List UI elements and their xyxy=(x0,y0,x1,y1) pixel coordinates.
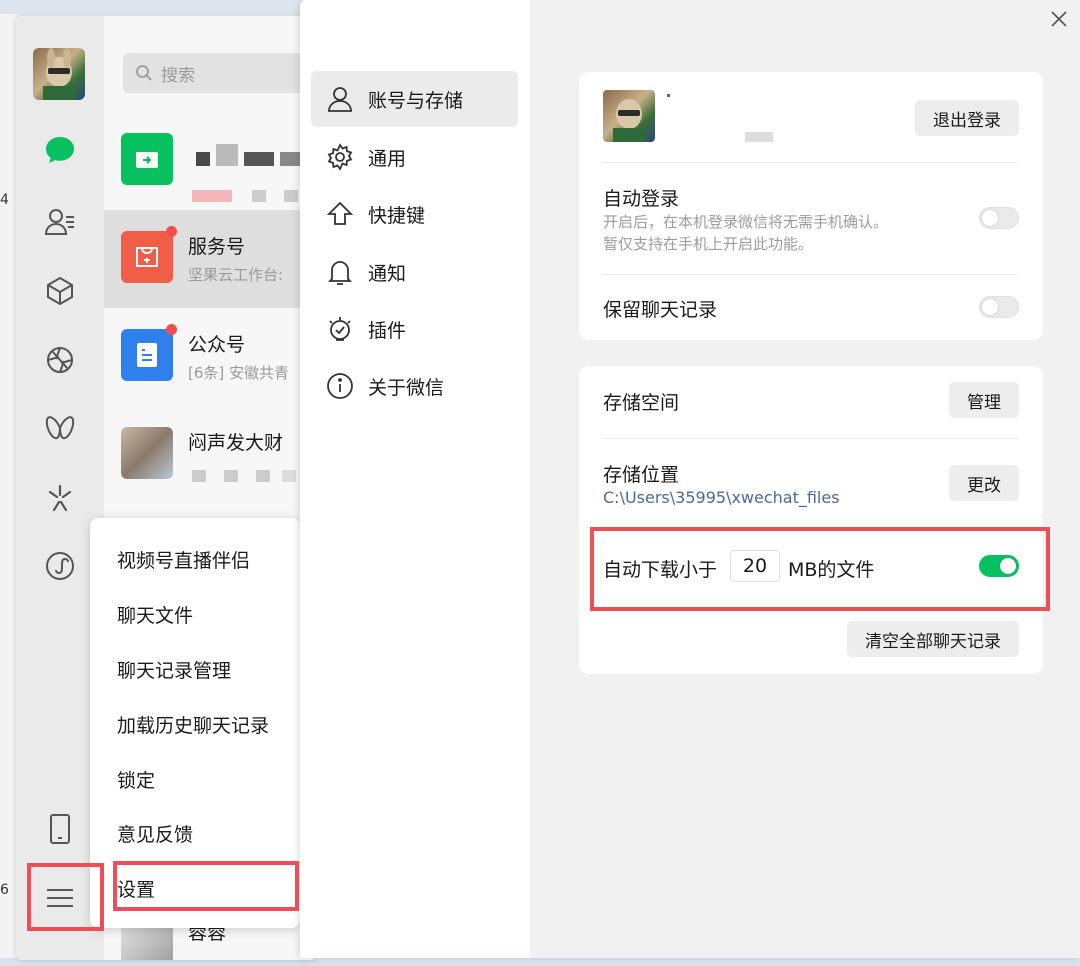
storage-space-label: 存储空间 xyxy=(603,392,680,414)
bell-icon xyxy=(325,257,355,287)
divider xyxy=(603,162,1019,163)
close-button[interactable] xyxy=(1048,8,1070,30)
divider xyxy=(603,274,1019,275)
storage-location-label: 存储位置 xyxy=(603,464,680,486)
storage-card: 存储空间 管理 存储位置 C:\Users\35995\xwechat_file… xyxy=(579,366,1043,674)
blurred-name xyxy=(280,152,300,166)
service-account-icon xyxy=(121,231,173,283)
menu-icon[interactable] xyxy=(40,878,80,918)
mini-program-icon[interactable] xyxy=(40,546,80,586)
user-icon xyxy=(325,84,355,114)
storage-path-link[interactable]: C:\Users\35995\xwechat_files xyxy=(603,488,840,507)
auto-login-desc: 开启后，在本机登录微信将无需手机确认。 xyxy=(603,213,889,231)
file-transfer-icon xyxy=(121,133,173,185)
blurred-preview xyxy=(252,190,266,202)
info-icon xyxy=(325,371,355,401)
settings-nav-account-storage[interactable]: 账号与存储 xyxy=(311,71,518,127)
arrow-up-icon xyxy=(325,199,355,229)
settings-nav-label: 通用 xyxy=(368,147,407,170)
search-placeholder: 搜索 xyxy=(161,65,195,86)
search-input[interactable]: 搜索 xyxy=(123,53,313,93)
menu-item-live-companion[interactable]: 视频号直播伴侣 xyxy=(117,546,250,573)
blurred-preview xyxy=(284,190,298,202)
contacts-icon[interactable] xyxy=(40,202,80,242)
group-avatar xyxy=(121,427,173,479)
account-card: 退出登录 自动登录 开启后，在本机登录微信将无需手机确认。 暂仅支持在手机上开启… xyxy=(579,72,1043,340)
keep-history-toggle[interactable] xyxy=(979,296,1019,318)
phone-icon[interactable] xyxy=(40,809,80,849)
list-item[interactable]: 服务号 坚果云工作台: xyxy=(104,210,316,308)
chat-name: 服务号 xyxy=(188,236,246,258)
clear-all-history-button[interactable]: 清空全部聊天记录 xyxy=(847,621,1019,657)
background-text: 4 xyxy=(0,192,9,208)
settings-nav-label: 关于微信 xyxy=(368,376,445,399)
more-menu: 视频号直播伴侣 聊天文件 聊天记录管理 加载历史聊天记录 锁定 意见反馈 设置 xyxy=(90,518,300,928)
logout-button[interactable]: 退出登录 xyxy=(915,100,1019,136)
chat-name: 闷声发大财 xyxy=(188,432,284,454)
menu-item-settings[interactable]: 设置 xyxy=(117,875,155,902)
blurred-name xyxy=(244,152,274,166)
favorites-cube-icon[interactable] xyxy=(40,271,80,311)
settings-nav-notifications[interactable]: 通知 xyxy=(311,244,518,300)
chat-name: 公众号 xyxy=(188,334,246,356)
menu-item-lock[interactable]: 锁定 xyxy=(117,766,155,793)
search-icon xyxy=(136,65,152,81)
unread-dot xyxy=(166,226,177,237)
official-account-icon xyxy=(121,329,173,381)
settings-nav-about[interactable]: 关于微信 xyxy=(311,358,518,414)
channels-icon[interactable] xyxy=(40,408,80,448)
blurred-preview xyxy=(282,470,296,482)
blurred-name xyxy=(216,144,238,166)
close-icon xyxy=(1051,11,1067,27)
avatar xyxy=(603,90,655,142)
auto-login-toggle[interactable] xyxy=(979,207,1019,229)
settings-nav-label: 插件 xyxy=(368,319,407,342)
blurred-name xyxy=(196,152,210,166)
auto-download-suffix: MB的文件 xyxy=(788,559,875,581)
settings-nav-general[interactable]: 通用 xyxy=(311,129,518,185)
menu-item-feedback[interactable]: 意见反馈 xyxy=(117,820,193,847)
auto-download-size-input[interactable]: 20 xyxy=(730,550,780,582)
unread-dot xyxy=(166,324,177,335)
settings-nav: 账号与存储 通用 快捷键 通知 插件 关于微信 xyxy=(300,0,530,958)
auto-login-label: 自动登录 xyxy=(603,188,680,210)
search-sparkle-icon[interactable] xyxy=(40,478,80,518)
settings-nav-plugins[interactable]: 插件 xyxy=(311,301,518,357)
blurred-nickname xyxy=(667,94,670,97)
avatar[interactable] xyxy=(33,48,85,100)
change-location-button[interactable]: 更改 xyxy=(949,465,1019,501)
list-item[interactable]: 公众号 [6条] 安徽共青 xyxy=(104,308,316,406)
auto-download-toggle[interactable] xyxy=(979,555,1019,577)
blurred-preview xyxy=(192,470,206,482)
chat-icon[interactable] xyxy=(40,130,80,170)
menu-item-chat-history-manage[interactable]: 聊天记录管理 xyxy=(117,656,231,683)
settings-nav-label: 账号与存储 xyxy=(368,89,464,112)
manage-button[interactable]: 管理 xyxy=(949,382,1019,418)
settings-nav-label: 快捷键 xyxy=(368,204,426,227)
menu-item-chat-files[interactable]: 聊天文件 xyxy=(117,601,193,628)
blurred-preview xyxy=(224,470,238,482)
auto-login-desc: 暂仅支持在手机上开启此功能。 xyxy=(603,235,814,253)
auto-download-prefix: 自动下载小于 xyxy=(603,559,718,581)
keep-history-label: 保留聊天记录 xyxy=(603,299,718,321)
settings-nav-shortcuts[interactable]: 快捷键 xyxy=(311,186,518,242)
gear-icon xyxy=(325,142,355,172)
plugin-icon xyxy=(325,314,355,344)
chat-preview: 坚果云工作台: xyxy=(188,266,284,284)
chat-preview: [6条] 安徽共青 xyxy=(188,364,290,382)
desktop-left-strip: 4 6 xyxy=(0,14,16,966)
list-item[interactable]: 闷声发大财 xyxy=(104,406,316,504)
blurred-preview xyxy=(192,190,232,202)
blurred-preview xyxy=(256,470,270,482)
list-item[interactable] xyxy=(104,112,316,210)
moments-icon[interactable] xyxy=(40,340,80,380)
menu-item-load-history[interactable]: 加载历史聊天记录 xyxy=(117,711,269,738)
settings-nav-label: 通知 xyxy=(368,262,407,285)
blurred-account-id xyxy=(745,132,773,142)
divider xyxy=(603,438,1019,439)
settings-window: 账号与存储 通用 快捷键 通知 插件 关于微信 退出登录 自动登录 开启后，在本… xyxy=(300,0,1080,958)
background-text: 6 xyxy=(0,882,9,898)
